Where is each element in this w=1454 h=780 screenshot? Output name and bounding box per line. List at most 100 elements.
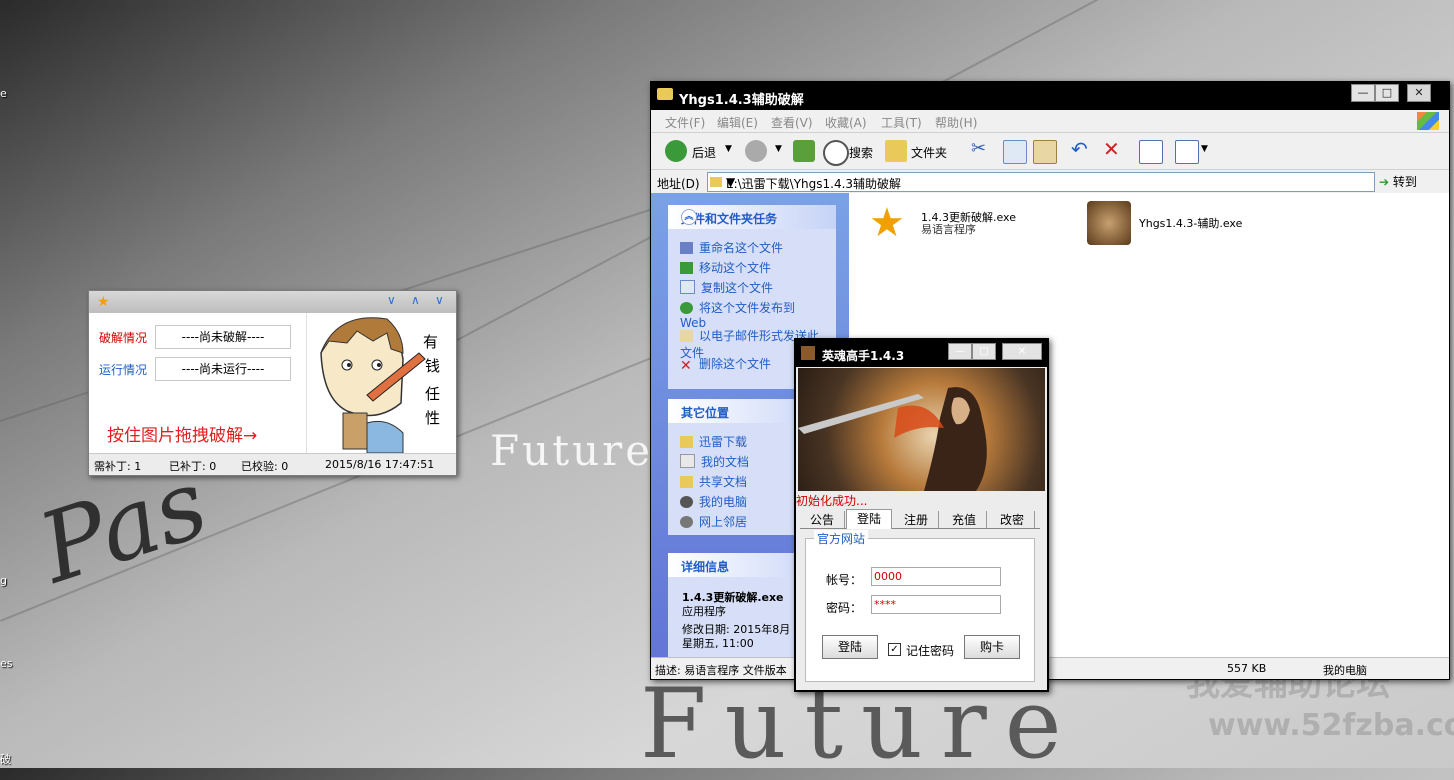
- desktop-icon-label[interactable]: es: [0, 657, 13, 670]
- folder-icon: [680, 436, 693, 448]
- picture-text: 性: [425, 409, 441, 427]
- place-downloads[interactable]: 迅雷下载: [680, 433, 747, 450]
- address-bar: 地址(D) E:\迅雷下载\Yhgs1.4.3辅助破解 ▼ ➔ 转到: [651, 170, 1449, 195]
- maximize-button[interactable]: □: [1375, 84, 1399, 102]
- forward-arrow-icon[interactable]: [745, 140, 767, 162]
- task-publish-web[interactable]: 将这个文件发布到 Web: [680, 299, 820, 330]
- task-rename[interactable]: 重命名这个文件: [680, 239, 783, 256]
- verified-count: 已校验: 0: [241, 460, 289, 473]
- menu-edit[interactable]: 编辑(E): [717, 114, 758, 131]
- paste-icon[interactable]: [1033, 140, 1057, 164]
- menu-help[interactable]: 帮助(H): [935, 114, 977, 131]
- move-icon: [680, 262, 693, 274]
- copy-icon[interactable]: [1003, 140, 1027, 164]
- file-item[interactable]: ★ 1.4.3更新破解.exe 易语言程序: [869, 201, 1019, 245]
- explorer-status-bar: 描述: 易语言程序 文件版本 557 KB 我的电脑: [651, 657, 1449, 679]
- menu-file[interactable]: 文件(F): [665, 114, 705, 131]
- crack-status-bar: 需补丁: 1 已补丁: 0 已校验: 0 2015/8/16 17:47:51: [89, 453, 456, 475]
- login-group: 官方网站 帐号： 0000 密码： **** 登陆 ✓ 记住密码 购卡: [805, 530, 1035, 682]
- views-icon[interactable]: [1175, 140, 1199, 164]
- close-button[interactable]: ✕: [1407, 84, 1431, 102]
- chevron-down-icon[interactable]: ▼: [725, 144, 732, 154]
- explorer-title-bar[interactable]: Yhgs1.4.3辅助破解 — □ ✕: [651, 82, 1449, 110]
- close-button[interactable]: ✕: [1002, 343, 1042, 360]
- run-status-label: 运行情况: [99, 363, 148, 377]
- file-item[interactable]: Yhgs1.4.3-辅助.exe: [1087, 201, 1267, 249]
- buy-card-button[interactable]: 购卡: [964, 635, 1020, 659]
- tab-recharge[interactable]: 充值: [942, 511, 987, 528]
- chevron-down-icon[interactable]: ▼: [1201, 144, 1208, 154]
- place-my-computer[interactable]: 我的电脑: [680, 493, 747, 510]
- account-input[interactable]: 0000: [871, 567, 1001, 586]
- game-title-bar[interactable]: 英魂高手1.4.3 — □ ✕: [796, 340, 1047, 367]
- desktop-icon-label[interactable]: e: [0, 87, 7, 100]
- patched-count: 已补丁: 0: [169, 460, 217, 473]
- task-move[interactable]: 移动这个文件: [680, 259, 771, 276]
- task-copy[interactable]: 复制这个文件: [680, 279, 773, 296]
- details-title: 详细信息: [681, 560, 730, 574]
- folders-icon[interactable]: [885, 140, 907, 162]
- chevron-down-icon[interactable]: ▼: [775, 144, 782, 154]
- file-name: Yhgs1.4.3-辅助.exe: [1139, 217, 1243, 230]
- tab-change-password[interactable]: 改密: [990, 511, 1035, 528]
- collapse-icon[interactable]: ︽: [681, 209, 697, 225]
- tab-login[interactable]: 登陆: [846, 509, 892, 529]
- picture-text: 钱: [425, 357, 441, 375]
- account-label: 帐号：: [826, 573, 863, 587]
- crack-body: 破解情况 ----尚未破解---- 运行情况 ----尚未运行---- 按住图片…: [89, 313, 456, 454]
- desktop-icon-label[interactable]: g: [0, 574, 7, 587]
- warrior-artwork-icon: [798, 387, 987, 491]
- run-status-field: ----尚未运行----: [155, 357, 291, 381]
- remember-password-label: 记住密码: [906, 644, 955, 658]
- task-delete[interactable]: ✕ 删除这个文件: [680, 355, 771, 373]
- menu-view[interactable]: 查看(V): [771, 114, 813, 131]
- properties-icon[interactable]: [1139, 140, 1163, 164]
- address-field[interactable]: E:\迅雷下载\Yhgs1.4.3辅助破解 ▼: [707, 172, 1375, 192]
- chevron-down-icon[interactable]: ▼: [726, 175, 1372, 189]
- crack-title-bar[interactable]: ★ ∨ ∧ ∨: [89, 291, 456, 313]
- address-label: 地址(D): [657, 177, 700, 191]
- menu-favorites[interactable]: 收藏(A): [825, 114, 867, 131]
- minimize-button[interactable]: —: [1351, 84, 1375, 102]
- delete-icon[interactable]: ✕: [1103, 137, 1120, 161]
- watermark-url: www.52fzba.com: [1208, 708, 1454, 743]
- tab-notice[interactable]: 公告: [800, 511, 845, 528]
- place-network[interactable]: 网上邻居: [680, 513, 747, 530]
- star-icon: ★: [97, 294, 110, 310]
- go-button[interactable]: ➔ 转到: [1379, 173, 1417, 190]
- search-icon[interactable]: [823, 140, 849, 166]
- login-button[interactable]: 登陆: [822, 635, 878, 659]
- email-icon: [680, 330, 693, 342]
- cut-icon[interactable]: ✂: [971, 138, 986, 159]
- copy-icon: [680, 280, 695, 294]
- place-my-documents[interactable]: 我的文档: [680, 453, 749, 470]
- maximize-button[interactable]: □: [972, 343, 996, 360]
- back-button[interactable]: 后退: [692, 144, 716, 161]
- star-icon: ★: [869, 200, 905, 246]
- back-arrow-icon[interactable]: [665, 140, 687, 162]
- minimize-button[interactable]: —: [948, 343, 972, 360]
- menu-tools[interactable]: 工具(T): [881, 114, 922, 131]
- remember-password-checkbox[interactable]: ✓: [888, 643, 901, 656]
- network-icon: [680, 516, 693, 528]
- chevron-down-icon[interactable]: ∨: [435, 293, 444, 307]
- picture-text: 任: [425, 385, 441, 403]
- place-shared-documents[interactable]: 共享文档: [680, 473, 747, 490]
- go-label: 转到: [1392, 175, 1417, 189]
- desktop-icon-label[interactable]: 破: [0, 751, 11, 767]
- computer-icon: [680, 496, 693, 508]
- game-app-icon: [801, 346, 815, 360]
- drag-picture[interactable]: 有 钱 任 性: [306, 313, 454, 454]
- tab-register[interactable]: 注册: [894, 511, 939, 528]
- password-input[interactable]: ****: [871, 595, 1001, 614]
- up-folder-icon[interactable]: [793, 140, 815, 162]
- panel-header[interactable]: 文件和文件夹任务 ︽: [668, 205, 836, 229]
- undo-icon[interactable]: ↶: [1071, 137, 1088, 161]
- chevron-up-icon[interactable]: ∧: [411, 293, 420, 307]
- chevron-down-icon[interactable]: ∨: [387, 293, 396, 307]
- folders-button[interactable]: 文件夹: [911, 144, 947, 161]
- explorer-title: Yhgs1.4.3辅助破解: [679, 93, 804, 108]
- search-button[interactable]: 搜索: [849, 144, 873, 161]
- official-site-link[interactable]: 官方网站: [814, 530, 869, 547]
- init-message: 初始化成功...: [796, 494, 868, 508]
